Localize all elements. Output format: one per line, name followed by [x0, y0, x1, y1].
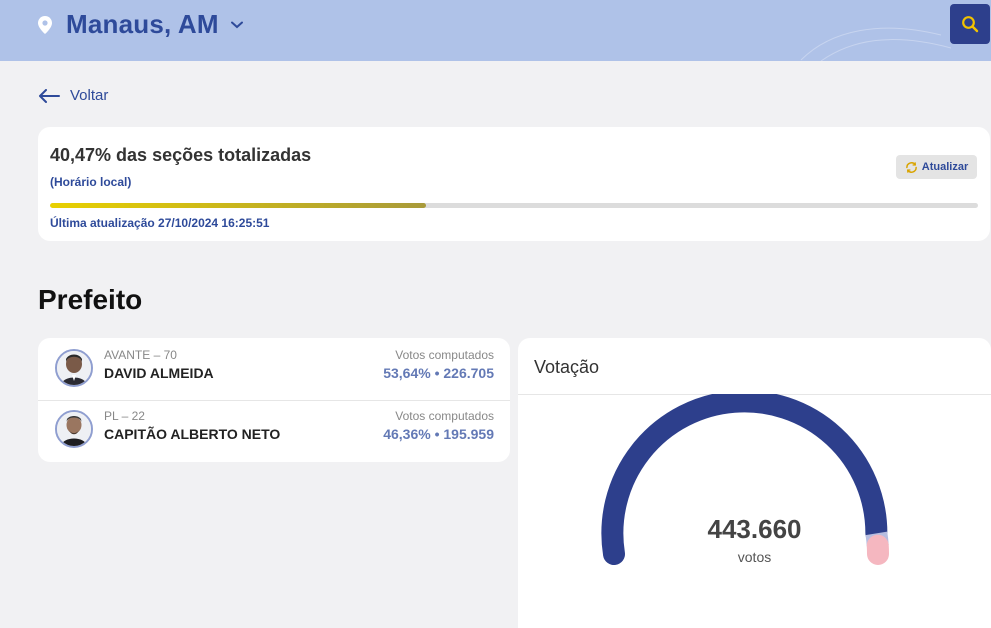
arrow-left-icon	[38, 89, 60, 103]
candidate-row[interactable]: PL – 22 CAPITÃO ALBERTO NETO Votos compu…	[38, 400, 510, 461]
section-title: Prefeito	[38, 284, 142, 316]
candidate-votes: 53,64% • 226.705	[383, 365, 494, 381]
candidate-name: CAPITÃO ALBERTO NETO	[104, 426, 280, 442]
totalization-status-card: 40,47% das seções totalizadas (Horário l…	[38, 127, 990, 241]
candidate-votes: 46,36% • 195.959	[383, 426, 494, 442]
refresh-button[interactable]: Atualizar	[896, 155, 977, 179]
map-pin-icon	[38, 14, 56, 36]
totalization-progress-fill	[50, 203, 426, 208]
votes-label: Votos computados	[395, 409, 494, 423]
refresh-label: Atualizar	[922, 161, 968, 173]
candidates-card: AVANTE – 70 DAVID ALMEIDA Votos computad…	[38, 338, 510, 462]
back-link[interactable]: Voltar	[38, 87, 108, 104]
total-votes: 443.660	[518, 514, 991, 545]
location-selector[interactable]: Manaus, AM	[38, 9, 243, 40]
totalization-title: 40,47% das seções totalizadas	[50, 145, 311, 166]
candidate-avatar	[55, 410, 93, 448]
candidate-avatar	[55, 349, 93, 387]
vote-gauge	[518, 394, 991, 628]
refresh-icon	[905, 161, 918, 174]
votes-label: Votos computados	[395, 348, 494, 362]
search-icon	[961, 15, 979, 33]
back-label: Voltar	[70, 87, 108, 104]
local-time-note: (Horário local)	[50, 175, 131, 189]
header-decoration	[791, 0, 951, 61]
candidate-name: DAVID ALMEIDA	[104, 365, 214, 381]
city-name: Manaus, AM	[66, 9, 219, 40]
total-votes-unit: votos	[518, 549, 991, 565]
totalization-progress-bar	[50, 203, 978, 208]
last-update-timestamp: Última atualização 27/10/2024 16:25:51	[50, 216, 269, 230]
search-button[interactable]	[950, 4, 990, 44]
chart-title: Votação	[534, 357, 599, 378]
candidate-party: PL – 22	[104, 409, 145, 423]
candidate-row[interactable]: AVANTE – 70 DAVID ALMEIDA Votos computad…	[38, 340, 510, 400]
voting-gauge-card: Votação 443.660 votos	[518, 338, 991, 628]
candidate-party: AVANTE – 70	[104, 348, 177, 362]
header-bar: Manaus, AM	[0, 0, 991, 61]
chevron-down-icon	[231, 21, 243, 29]
